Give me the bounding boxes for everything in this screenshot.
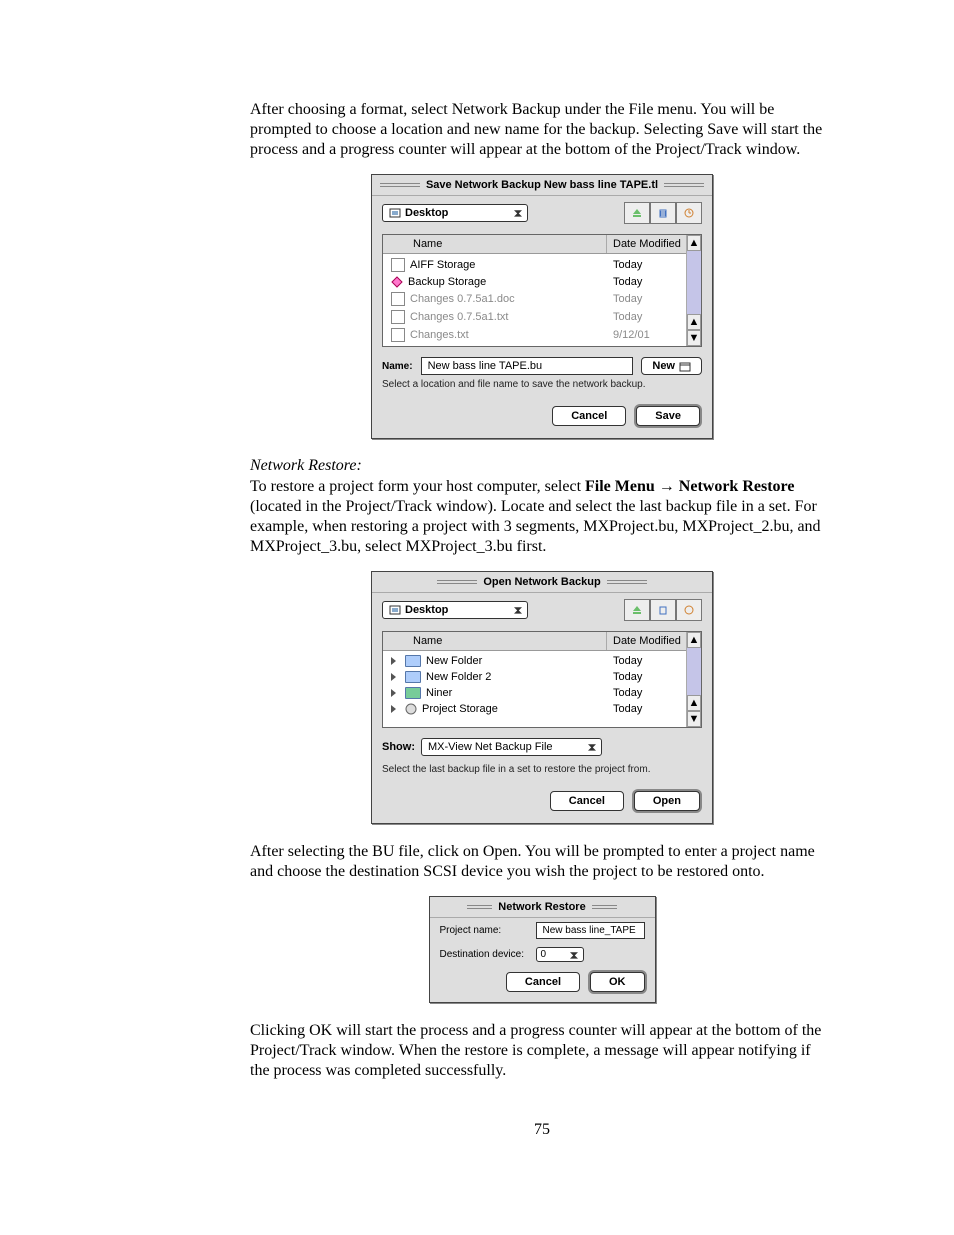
scrollbar[interactable]: ▲ ▲ ▼	[686, 632, 701, 727]
new-folder-icon	[679, 360, 691, 372]
open-button[interactable]: Open	[634, 791, 700, 811]
file-icon	[391, 292, 405, 306]
project-name-label: Project name:	[440, 925, 530, 936]
dialog-title: Open Network Backup	[372, 572, 712, 593]
list-item[interactable]: Backup Storage Today	[383, 274, 701, 290]
recent-icon[interactable]	[676, 202, 702, 224]
disclosure-icon[interactable]	[391, 673, 396, 681]
open-network-backup-dialog: Open Network Backup Desktop Name Date Mo…	[371, 571, 713, 824]
dialog-title: Network Restore	[430, 897, 655, 918]
list-item[interactable]: New Folder Today	[383, 653, 701, 669]
list-item: Changes 0.7.5a1.txt Today	[383, 308, 701, 326]
dropdown-label: Desktop	[405, 207, 448, 219]
drive-icon	[391, 258, 405, 272]
disclosure-icon[interactable]	[391, 689, 396, 697]
name-label: Name:	[382, 361, 413, 372]
trash-icon[interactable]	[650, 202, 676, 224]
scroll-up2-icon[interactable]: ▲	[687, 314, 701, 330]
file-list: Name Date Modified New Folder Today New …	[382, 631, 702, 728]
cancel-button[interactable]: Cancel	[506, 972, 580, 992]
disclosure-icon[interactable]	[391, 657, 396, 665]
list-item: Changes 0.7.5a1.doc Today	[383, 290, 701, 308]
list-item[interactable]: Niner Today	[383, 685, 701, 701]
scroll-up-icon[interactable]: ▲	[687, 235, 701, 251]
list-item[interactable]: Project Storage Today	[383, 701, 701, 717]
paragraph-intro: After choosing a format, select Network …	[250, 100, 834, 160]
file-type-dropdown[interactable]: MX-View Net Backup File	[421, 738, 602, 756]
show-label: Show:	[382, 741, 415, 753]
hint-text: Select a location and file name to save …	[372, 377, 712, 398]
desktop-icon	[389, 605, 401, 615]
scroll-up-icon[interactable]: ▲	[687, 632, 701, 648]
file-icon	[391, 310, 405, 324]
folder-icon	[405, 687, 421, 699]
cancel-button[interactable]: Cancel	[550, 791, 624, 811]
scroll-down-icon[interactable]: ▼	[687, 330, 701, 346]
network-restore-dialog: Network Restore Project name: New bass l…	[429, 896, 656, 1003]
folder-icon	[405, 671, 421, 683]
eject-icon[interactable]	[624, 202, 650, 224]
network-restore-heading: Network Restore:	[250, 457, 834, 475]
location-dropdown[interactable]: Desktop	[382, 601, 528, 619]
project-name-input[interactable]: New bass line_TAPE	[536, 922, 645, 939]
save-button[interactable]: Save	[636, 406, 700, 426]
destination-device-label: Destination device:	[440, 949, 530, 960]
list-item: Changes.txt 9/12/01	[383, 326, 701, 344]
location-dropdown[interactable]: Desktop	[382, 204, 528, 222]
desktop-icon	[389, 208, 401, 218]
file-list: Name Date Modified AIFF Storage Today Ba…	[382, 234, 702, 347]
scroll-down-icon[interactable]: ▼	[687, 711, 701, 727]
destination-device-dropdown[interactable]: 0	[536, 947, 584, 962]
filename-input[interactable]: New bass line TAPE.bu	[421, 357, 634, 375]
dropdown-label: Desktop	[405, 604, 448, 616]
disclosure-icon[interactable]	[391, 705, 396, 713]
column-name[interactable]: Name	[383, 632, 606, 650]
paragraph-restore-intro: To restore a project form your host comp…	[250, 477, 834, 557]
trash-icon[interactable]	[650, 599, 676, 621]
ok-button[interactable]: OK	[590, 972, 645, 992]
folder-icon	[405, 655, 421, 667]
scrollbar[interactable]: ▲ ▲ ▼	[686, 235, 701, 346]
paragraph-after-open: After selecting the BU file, click on Op…	[250, 842, 834, 882]
column-name[interactable]: Name	[383, 235, 606, 253]
list-item[interactable]: AIFF Storage Today	[383, 256, 701, 274]
recent-icon[interactable]	[676, 599, 702, 621]
dialog-title: Save Network Backup New bass line TAPE.t…	[372, 175, 712, 196]
cancel-button[interactable]: Cancel	[552, 406, 626, 426]
paragraph-final: Clicking OK will start the process and a…	[250, 1021, 834, 1081]
file-icon	[391, 328, 405, 342]
diamond-icon	[391, 276, 403, 288]
list-item[interactable]: New Folder 2 Today	[383, 669, 701, 685]
new-folder-button[interactable]: New	[641, 357, 702, 375]
page-number: 75	[250, 1121, 834, 1139]
eject-icon[interactable]	[624, 599, 650, 621]
save-network-backup-dialog: Save Network Backup New bass line TAPE.t…	[371, 174, 713, 439]
storage-icon	[405, 703, 417, 715]
scroll-up2-icon[interactable]: ▲	[687, 695, 701, 711]
hint-text: Select the last backup file in a set to …	[372, 762, 712, 783]
